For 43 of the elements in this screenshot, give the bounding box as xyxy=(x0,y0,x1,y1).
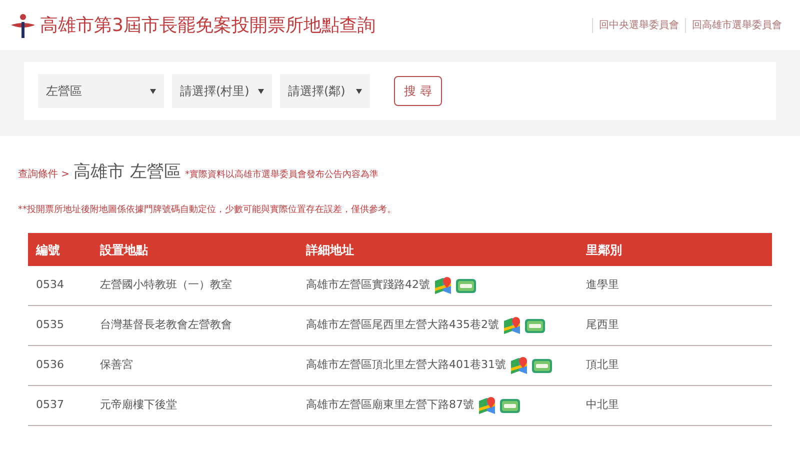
table-cell-text: 尾西里 xyxy=(586,317,620,334)
table-cell-text: 左營國小特教班（一）教室 xyxy=(100,277,233,294)
table-cell-text: 0536 xyxy=(35,357,65,374)
map-badge-icon[interactable] xyxy=(525,318,545,334)
table-cell-text: 高雄市左營區實踐路42號 xyxy=(306,277,430,294)
table-cell-text: 進學里 xyxy=(586,277,620,294)
table-cell-text: 高雄市左營區廟東里左營下路87號 xyxy=(306,397,474,414)
dropdown-select[interactable]: 請選擇(村里) xyxy=(172,74,272,108)
column-header: 設置地點 xyxy=(100,242,149,258)
caret-icon xyxy=(150,88,156,94)
search-button[interactable]: 搜 尋 xyxy=(394,76,442,106)
nav-link[interactable]: 回中央選舉委員會 xyxy=(592,18,685,32)
column-header: 詳細地址 xyxy=(306,242,355,258)
map-badge-icon[interactable] xyxy=(500,398,520,414)
logo-icon xyxy=(10,12,36,38)
map-pin-icon[interactable] xyxy=(510,356,528,374)
breadcrumb-label: 查詢條件 > xyxy=(18,168,70,182)
table-cell-text: 頂北里 xyxy=(586,357,620,374)
dropdown-select[interactable]: 左營區 xyxy=(38,74,164,108)
map-badge-icon[interactable] xyxy=(456,278,476,294)
table-cell-text: 元帝廟樓下後堂 xyxy=(100,397,178,414)
table-cell-text: 0537 xyxy=(35,397,65,414)
table-cell-text: 0535 xyxy=(35,317,65,334)
table-cell-text: 0534 xyxy=(35,277,65,294)
map-pin-icon[interactable] xyxy=(434,276,452,294)
map-badge-icon[interactable] xyxy=(532,358,552,374)
caret-icon xyxy=(356,88,362,94)
nav-link[interactable]: 回高雄市選舉委員會 xyxy=(685,18,788,32)
table-cell-text: 高雄市左營區尾西里左營大路435巷2號 xyxy=(306,317,499,334)
map-pin-icon[interactable] xyxy=(478,396,496,414)
column-header: 里鄰別 xyxy=(586,242,623,258)
table-cell-text: 台灣基督長老教會左營教會 xyxy=(100,317,233,334)
dropdown-select[interactable]: 請選擇(鄰) xyxy=(280,74,370,108)
notice-text: **投開票所地址後附地圖係依據門牌號碼自動定位，少數可能與實際位置存在誤差，僅供參考。 xyxy=(18,204,396,214)
table-cell-text: 高雄市左營區頂北里左營大路401巷31號 xyxy=(306,357,506,374)
table-cell-text: 中北里 xyxy=(586,397,620,414)
disclaimer-note: *實際資料以高雄市選舉委員會發布公告內容為準 xyxy=(184,169,378,182)
map-pin-icon[interactable] xyxy=(503,316,521,334)
breadcrumb-location: 高雄市 左營區 xyxy=(74,161,181,184)
page-title: 高雄市第3屆市長罷免案投開票所地點查詢 xyxy=(40,14,376,38)
column-header: 編號 xyxy=(34,242,61,258)
caret-icon xyxy=(258,88,264,94)
table-cell-text: 保善宮 xyxy=(100,357,134,374)
